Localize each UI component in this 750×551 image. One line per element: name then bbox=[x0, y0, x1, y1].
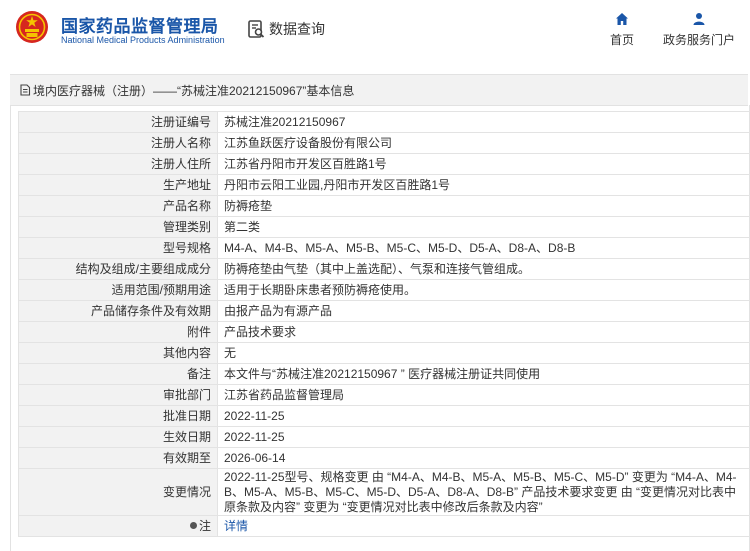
row-value: 适用于长期卧床患者预防褥疮使用。 bbox=[217, 279, 750, 301]
note-label-cell: 注 bbox=[18, 515, 218, 537]
row-value: 江苏省药品监督管理局 bbox=[217, 384, 750, 406]
data-query-icon bbox=[248, 20, 265, 38]
table-row: 注册人住所 江苏省丹阳市开发区百胜路1号 bbox=[18, 153, 750, 175]
row-value: 防褥疮垫由气垫（其中上盖选配）、气泵和连接气管组成。 bbox=[217, 258, 750, 280]
row-value: 无 bbox=[217, 342, 750, 364]
table-row: 批准日期 2022-11-25 bbox=[18, 405, 750, 427]
data-query-title[interactable]: 数据查询 bbox=[246, 18, 325, 40]
pin-icon bbox=[189, 521, 197, 529]
row-value: 2026-06-14 bbox=[217, 447, 750, 469]
table-row: 注册证编号 苏械注准20212150967 bbox=[18, 111, 750, 133]
nav-service-portal[interactable]: 政务服务门户 bbox=[658, 12, 740, 48]
row-label: 生效日期 bbox=[18, 426, 218, 448]
row-label: 注册人住所 bbox=[18, 153, 218, 175]
row-label: 有效期至 bbox=[18, 447, 218, 469]
row-value: 产品技术要求 bbox=[217, 321, 750, 343]
agency-name-en: National Medical Products Administration bbox=[61, 35, 225, 45]
table-row: 生效日期 2022-11-25 bbox=[18, 426, 750, 448]
row-value: 本文件与“苏械注准20212150967 ” 医疗器械注册证共同使用 bbox=[217, 363, 750, 385]
table-row: 备注 本文件与“苏械注准20212150967 ” 医疗器械注册证共同使用 bbox=[18, 363, 750, 385]
row-label: 管理类别 bbox=[18, 216, 218, 238]
table-row: 适用范围/预期用途 适用于长期卧床患者预防褥疮使用。 bbox=[18, 279, 750, 301]
breadcrumb: 境内医疗器械（注册）——“苏械注准20212150967”基本信息 bbox=[10, 74, 748, 106]
row-label: 注 bbox=[198, 518, 211, 533]
agency-name-cn[interactable]: 国家药品监督管理局 bbox=[61, 12, 219, 37]
national-emblem-icon bbox=[16, 11, 48, 43]
detail-table: 注册证编号 苏械注准20212150967 注册人名称 江苏鱼跃医疗设备股份有限公司… bbox=[18, 111, 750, 537]
table-row: 有效期至 2026-06-14 bbox=[18, 447, 750, 469]
row-label: 适用范围/预期用途 bbox=[18, 279, 218, 301]
row-label: 注册证编号 bbox=[18, 111, 218, 133]
row-value: 丹阳市云阳工业园,丹阳市开发区百胜路1号 bbox=[217, 174, 750, 196]
table-row: 其他内容无 bbox=[18, 342, 750, 364]
table-row: 注册人名称 江苏鱼跃医疗设备股份有限公司 bbox=[18, 132, 750, 154]
data-query-label: 数据查询 bbox=[269, 21, 325, 37]
row-value: 由报产品为有源产品 bbox=[217, 300, 750, 322]
row-value: 2022-11-25 bbox=[217, 405, 750, 427]
row-label: 变更情况 bbox=[18, 468, 218, 516]
nav-home[interactable]: 首页 bbox=[604, 12, 640, 48]
row-value: 防褥疮垫 bbox=[217, 195, 750, 217]
table-row: 审批部门 江苏省药品监督管理局 bbox=[18, 384, 750, 406]
table-row: 生产地址 丹阳市云阳工业园,丹阳市开发区百胜路1号 bbox=[18, 174, 750, 196]
details-link[interactable]: 详情 bbox=[224, 519, 248, 533]
row-label: 其他内容 bbox=[18, 342, 218, 364]
row-label: 审批部门 bbox=[18, 384, 218, 406]
nav-portal-label: 政务服务门户 bbox=[662, 33, 735, 47]
row-label: 备注 bbox=[18, 363, 218, 385]
row-label: 生产地址 bbox=[18, 174, 218, 196]
nav-home-label: 首页 bbox=[609, 33, 634, 47]
user-icon bbox=[693, 13, 705, 25]
row-value: 2022-11-25型号、规格变更 由 “M4-A、M4-B、M5-A、M5-B… bbox=[217, 468, 750, 516]
row-value: 苏械注准20212150967 bbox=[217, 111, 750, 133]
row-value: M4-A、M4-B、M5-A、M5-B、M5-C、M5-D、D5-A、D8-A、… bbox=[217, 237, 750, 259]
site-header: 国家药品监督管理局 National Medical Products Admi… bbox=[0, 0, 750, 66]
row-label: 型号规格 bbox=[18, 237, 218, 259]
home-icon bbox=[616, 13, 628, 25]
breadcrumb-text: 境内医疗器械（注册）——“苏械注准20212150967”基本信息 bbox=[33, 83, 355, 98]
row-value: 江苏省丹阳市开发区百胜路1号 bbox=[217, 153, 750, 175]
row-value: 2022-11-25 bbox=[217, 426, 750, 448]
document-icon bbox=[20, 84, 31, 96]
table-row: 管理类别 第二类 bbox=[18, 216, 750, 238]
table-row: 型号规格 M4-A、M4-B、M5-A、M5-B、M5-C、M5-D、D5-A、D… bbox=[18, 237, 750, 259]
row-value: 第二类 bbox=[217, 216, 750, 238]
table-row: 产品名称 防褥疮垫 bbox=[18, 195, 750, 217]
row-label: 附件 bbox=[18, 321, 218, 343]
note-value-cell: 详情 bbox=[217, 515, 750, 537]
row-label: 产品名称 bbox=[18, 195, 218, 217]
table-row: 变更情况 2022-11-25型号、规格变更 由 “M4-A、M4-B、M5-A、… bbox=[18, 468, 750, 516]
table-row: 产品储存条件及有效期 由报产品为有源产品 bbox=[18, 300, 750, 322]
table-row: 注 详情 bbox=[18, 515, 750, 537]
table-row: 附件 产品技术要求 bbox=[18, 321, 750, 343]
row-label: 产品储存条件及有效期 bbox=[18, 300, 218, 322]
row-label: 批准日期 bbox=[18, 405, 218, 427]
row-label: 结构及组成/主要组成成分 bbox=[18, 258, 218, 280]
row-value: 江苏鱼跃医疗设备股份有限公司 bbox=[217, 132, 750, 154]
table-row: 结构及组成/主要组成成分 防褥疮垫由气垫（其中上盖选配）、气泵和连接气管组成。 bbox=[18, 258, 750, 280]
row-label: 注册人名称 bbox=[18, 132, 218, 154]
